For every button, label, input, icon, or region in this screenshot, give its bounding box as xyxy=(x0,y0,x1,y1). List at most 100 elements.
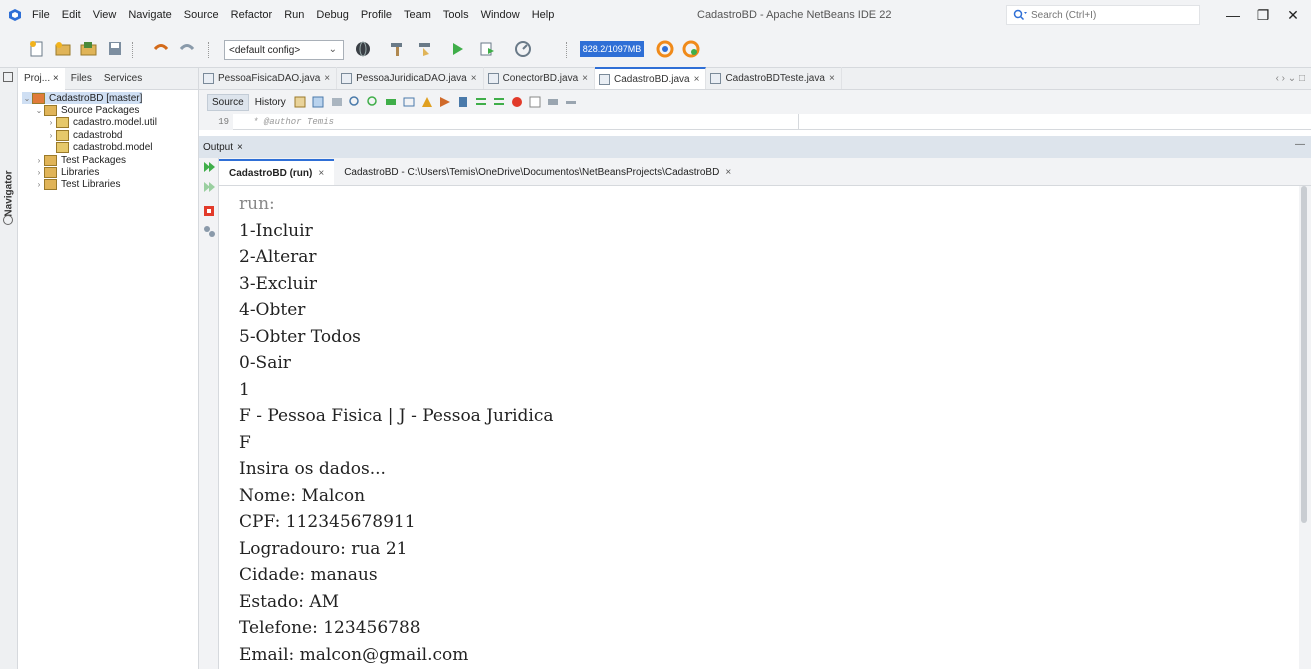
undo-button[interactable] xyxy=(150,38,172,60)
tab-files[interactable]: Files xyxy=(65,68,98,90)
last-edit-icon[interactable] xyxy=(330,95,344,109)
uncomment-icon[interactable] xyxy=(564,95,578,109)
search-box[interactable] xyxy=(1006,5,1200,25)
back-icon[interactable] xyxy=(294,95,308,109)
clean-build-button[interactable] xyxy=(414,38,436,60)
open-project-button[interactable] xyxy=(78,38,100,60)
tab-output-run[interactable]: CadastroBD (run) × xyxy=(219,159,335,185)
toggle-highlight-icon[interactable] xyxy=(384,95,398,109)
menu-run[interactable]: Run xyxy=(278,0,310,30)
tab-projects[interactable]: Proj... × xyxy=(18,67,65,90)
tree-item[interactable]: ⌄ CadastroBD [master] xyxy=(22,92,143,104)
tab-history[interactable]: History xyxy=(251,95,290,110)
menu-view[interactable]: View xyxy=(87,0,123,30)
tab-cadastro-bd-teste[interactable]: CadastroBDTeste.java × xyxy=(706,67,842,89)
close-icon[interactable]: × xyxy=(725,167,731,178)
code-editor[interactable]: 19 * @author Temis xyxy=(199,114,1311,130)
tree-item[interactable]: › Test Libraries xyxy=(34,179,120,191)
settings-icon[interactable] xyxy=(202,224,216,238)
tree-item[interactable]: › cadastrobd xyxy=(46,129,122,141)
debug-button[interactable] xyxy=(476,38,498,60)
toggle-bookmark-icon[interactable] xyxy=(456,95,470,109)
forward-icon[interactable] xyxy=(312,95,326,109)
shift-left-icon[interactable] xyxy=(474,95,488,109)
memory-meter[interactable]: 828.2/1097MB xyxy=(580,41,644,57)
output-console[interactable]: run: 1-Incluir 2-Alterar 3-Excluir 4-Obter 5-… xyxy=(219,186,1299,669)
chevron-right-icon[interactable]: › xyxy=(46,131,56,140)
menu-tools[interactable]: Tools xyxy=(437,0,475,30)
redo-icon xyxy=(179,44,195,51)
tab-pessoa-fisica-dao[interactable]: PessoaFisicaDAO.java × xyxy=(199,67,338,89)
restore-button[interactable]: ❐ xyxy=(1246,0,1280,30)
tab-conector-bd[interactable]: ConectorBD.java × xyxy=(484,67,595,89)
tree-item[interactable]: cadastrobd.model xyxy=(46,142,153,154)
chevron-down-icon[interactable]: ⌄ xyxy=(34,106,44,115)
output-minimize-button[interactable]: — xyxy=(1295,139,1305,150)
stop-icon[interactable] xyxy=(202,204,216,218)
menu-file[interactable]: File xyxy=(26,0,56,30)
menu-source[interactable]: Source xyxy=(178,0,225,30)
menu-debug[interactable]: Debug xyxy=(310,0,354,30)
run-button[interactable] xyxy=(446,38,468,60)
stop-macro-icon[interactable] xyxy=(528,95,542,109)
tab-pessoa-juridica-dao[interactable]: PessoaJuridicaDAO.java × xyxy=(337,67,484,89)
output-close-icon[interactable]: × xyxy=(237,142,243,153)
chevron-right-icon[interactable]: › xyxy=(34,156,44,165)
menu-profile[interactable]: Profile xyxy=(355,0,398,30)
rerun-icon[interactable] xyxy=(202,160,216,174)
comment-icon[interactable] xyxy=(546,95,560,109)
save-all-button[interactable] xyxy=(104,38,126,60)
menu-team[interactable]: Team xyxy=(398,0,437,30)
console-scrollbar[interactable] xyxy=(1299,186,1311,669)
new-file-button[interactable] xyxy=(26,38,48,60)
gc-button[interactable] xyxy=(654,38,676,60)
tree-item[interactable]: › Libraries xyxy=(34,166,99,178)
tree-item[interactable]: ⌄ Source Packages xyxy=(34,104,139,116)
tab-navigation-controls[interactable]: ‹ › ⌄ □ xyxy=(1276,73,1305,84)
find-previous-icon[interactable] xyxy=(348,95,362,109)
tree-item[interactable]: › cadastro.model.util xyxy=(46,117,157,129)
tab-services[interactable]: Services xyxy=(98,68,148,90)
find-next-icon[interactable] xyxy=(366,95,380,109)
start-macro-icon[interactable] xyxy=(510,95,524,109)
previous-bookmark-icon[interactable] xyxy=(420,95,434,109)
toggle-rect-selection-icon[interactable] xyxy=(402,95,416,109)
close-button[interactable]: ✕ xyxy=(1276,0,1310,30)
menu-edit[interactable]: Edit xyxy=(56,0,87,30)
close-icon[interactable]: × xyxy=(324,73,330,84)
chevron-right-icon[interactable]: › xyxy=(34,180,44,189)
tab-source[interactable]: Source xyxy=(207,93,249,111)
menu-refactor[interactable]: Refactor xyxy=(225,0,279,30)
tab-cadastro-bd[interactable]: CadastroBD.java × xyxy=(595,67,707,89)
menu-window[interactable]: Window xyxy=(475,0,526,30)
config-select[interactable]: <default config> ⌄ xyxy=(224,40,344,60)
globe-button[interactable] xyxy=(352,38,374,60)
tab-output-build-path[interactable]: CadastroBD - C:\Users\Temis\OneDrive\Doc… xyxy=(334,159,741,185)
editor-tab-bar: PessoaFisicaDAO.java × PessoaJuridicaDAO… xyxy=(199,67,1311,90)
close-icon[interactable]: × xyxy=(471,73,477,84)
close-icon[interactable]: × xyxy=(694,74,700,85)
close-icon[interactable]: × xyxy=(582,73,588,84)
profile-ide-button[interactable] xyxy=(680,38,702,60)
profile-button[interactable] xyxy=(512,38,534,60)
shift-right-icon[interactable] xyxy=(492,95,506,109)
new-project-button[interactable] xyxy=(52,38,74,60)
java-file-icon xyxy=(341,72,353,84)
scrollbar-thumb[interactable] xyxy=(1301,186,1307,523)
chevron-right-icon[interactable]: › xyxy=(46,118,56,127)
redo-button[interactable] xyxy=(176,38,198,60)
tree-item[interactable]: › Test Packages xyxy=(34,154,126,166)
search-input[interactable] xyxy=(1031,9,1191,21)
minimize-button[interactable]: — xyxy=(1216,0,1250,30)
chevron-down-icon[interactable]: ⌄ xyxy=(22,94,32,103)
build-button[interactable] xyxy=(386,38,408,60)
close-icon[interactable]: × xyxy=(829,73,835,84)
window-pin-icon[interactable] xyxy=(3,72,13,82)
close-icon[interactable]: × xyxy=(318,168,324,179)
chevron-right-icon[interactable]: › xyxy=(34,168,44,177)
menu-help[interactable]: Help xyxy=(526,0,561,30)
next-bookmark-icon[interactable] xyxy=(438,95,452,109)
menu-navigate[interactable]: Navigate xyxy=(122,0,177,30)
rerun-with-args-icon[interactable] xyxy=(202,180,216,194)
console-line: Nome: Malcon xyxy=(239,485,366,506)
